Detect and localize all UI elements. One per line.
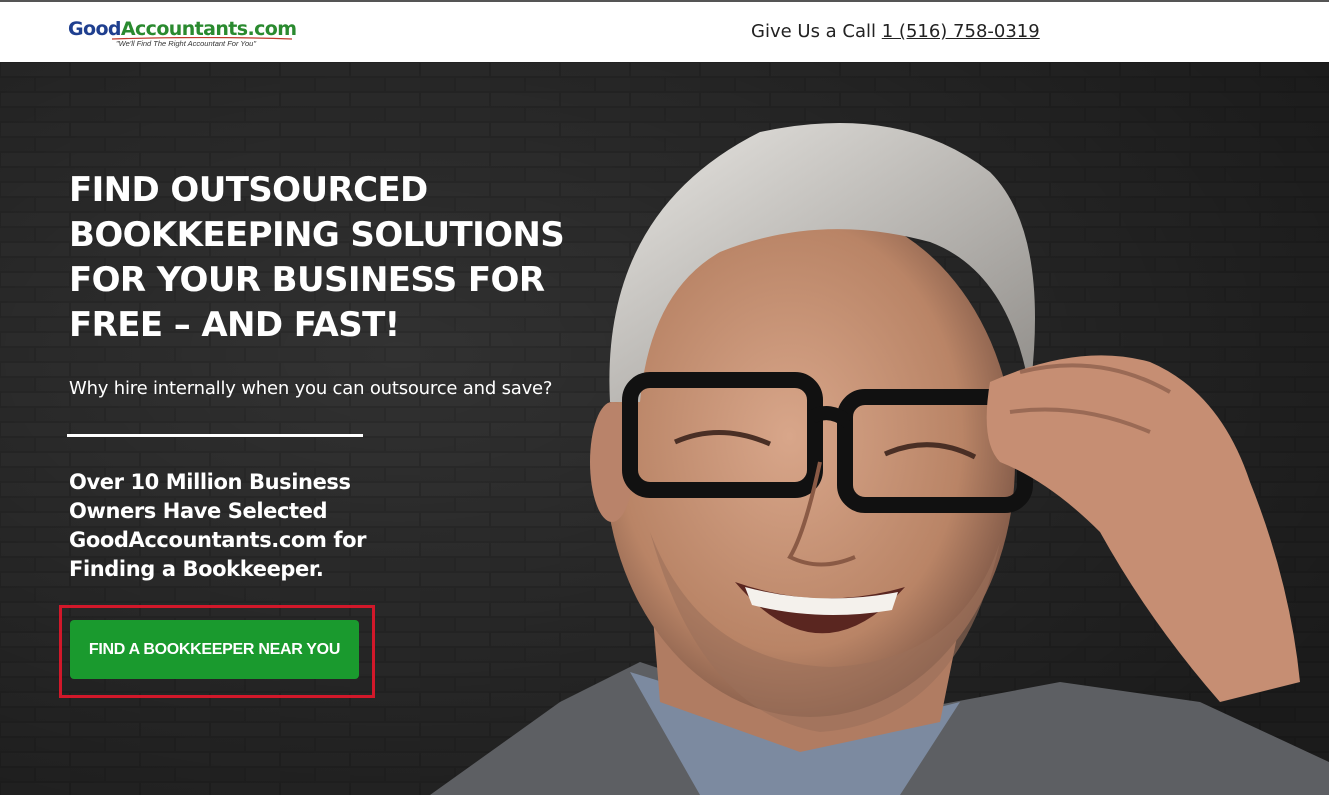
headline-line: FOR YOUR BUSINESS FOR [69,260,545,300]
headline-line: FIND OUTSOURCED [69,170,428,210]
hero-stats: Over 10 Million Business Owners Have Sel… [69,468,389,584]
find-bookkeeper-button[interactable]: FIND A BOOKKEEPER NEAR YOU [70,620,359,679]
call-prefix: Give Us a Call [751,21,882,42]
stats-line: GoodAccountants.com for [69,528,367,552]
headline-line: BOOKKEEPING SOLUTIONS [69,215,565,255]
stats-line: Over 10 Million Business [69,470,351,494]
call-us: Give Us a Call 1 (516) 758-0319 [751,21,1040,42]
hero-subhead: Why hire internally when you can outsour… [69,378,553,399]
hero-section: FIND OUTSOURCED BOOKKEEPING SOLUTIONS FO… [0,62,1329,795]
site-logo[interactable]: GoodAccountants.com "We'll Find The Righ… [68,18,298,54]
stats-line: Owners Have Selected [69,499,328,523]
phone-link[interactable]: 1 (516) 758-0319 [882,21,1040,42]
headline-line: FREE – AND FAST! [69,305,400,345]
logo-tagline: "We'll Find The Right Accountant For You… [116,39,257,48]
hero-headline: FIND OUTSOURCED BOOKKEEPING SOLUTIONS FO… [69,168,589,348]
stats-line: Finding a Bookkeeper. [69,557,324,581]
site-header: GoodAccountants.com "We'll Find The Righ… [0,0,1329,62]
hero-divider [67,434,363,437]
